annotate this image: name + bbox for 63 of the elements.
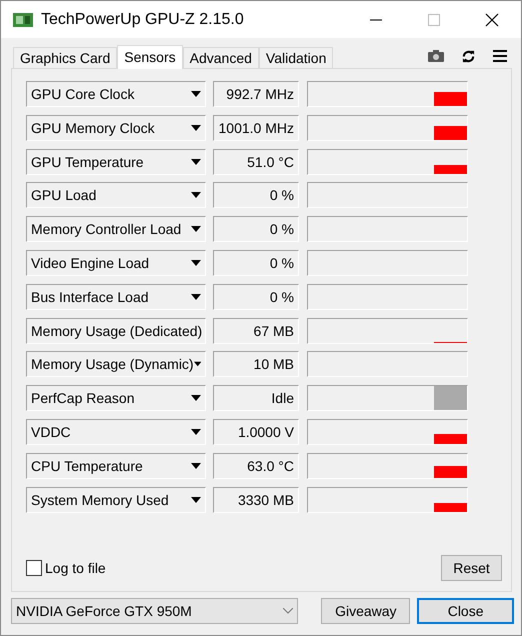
dropdown-arrow-icon: [194, 361, 201, 368]
chevron-down-icon: [283, 608, 294, 614]
sparkline: [434, 342, 467, 343]
sensor-dropdown[interactable]: Memory Usage (Dynamic): [26, 351, 206, 378]
sensor-reading: 67 MB: [213, 318, 299, 344]
sensor-dropdown[interactable]: GPU Load: [26, 182, 206, 208]
sensor-dropdown[interactable]: PerfCap Reason: [26, 385, 206, 412]
sensor-reading: 0 %: [213, 250, 299, 276]
sensor-dropdown[interactable]: Memory Usage (Dedicated): [26, 318, 206, 344]
sensor-reading: 0 %: [213, 182, 299, 208]
sensor-dropdown[interactable]: GPU Memory Clock: [26, 114, 206, 141]
refresh-icon[interactable]: [462, 50, 475, 62]
reset-button[interactable]: Reset: [441, 555, 502, 581]
camera-icon[interactable]: [428, 50, 444, 62]
sensor-reading: 51.0 °C: [213, 148, 299, 175]
sensor-dropdown[interactable]: GPU Core Clock: [26, 81, 206, 107]
dropdown-arrow-icon: [191, 496, 201, 503]
sensor-dropdown[interactable]: GPU Temperature: [26, 148, 206, 175]
sensor-reading: 63.0 °C: [213, 452, 299, 479]
dropdown-arrow-icon: [191, 294, 201, 300]
log-checkbox[interactable]: [26, 560, 42, 576]
sensor-reading: 1001.0 MHz: [213, 114, 299, 141]
tab[interactable]: Graphics Card: [13, 47, 118, 68]
dropdown-arrow-icon: [191, 158, 201, 165]
sensor-reading: Idle: [213, 385, 299, 412]
maximize-icon: [428, 14, 440, 26]
dialog-button[interactable]: Close: [417, 598, 514, 624]
close-icon: [485, 12, 499, 26]
dropdown-arrow-icon: [191, 395, 201, 402]
dropdown-arrow-icon: [191, 91, 201, 97]
sparkline: [434, 434, 467, 444]
sensor-dropdown[interactable]: Video Engine Load: [26, 250, 206, 276]
dropdown-arrow-icon: [191, 428, 201, 435]
sparkline: [434, 164, 467, 174]
window-title: TechPowerUp GPU-Z 2.15.0: [41, 10, 245, 28]
sensor-reading: 0 %: [213, 284, 299, 310]
tab[interactable]: Sensors: [117, 45, 183, 69]
dialog-button[interactable]: Giveaway: [321, 598, 410, 624]
sparkline: [434, 502, 467, 512]
sensor-dropdown[interactable]: System Memory Used: [26, 486, 206, 513]
sensor-reading: 1.0000 V: [213, 418, 299, 445]
dropdown-arrow-icon: [191, 124, 201, 131]
dropdown-arrow-icon: [191, 462, 201, 469]
sparkline: [434, 466, 467, 478]
sensor-reading: 0 %: [213, 216, 299, 242]
sensor-dropdown[interactable]: Bus Interface Load: [26, 284, 206, 310]
tab[interactable]: Validation: [258, 47, 334, 68]
sensor-dropdown[interactable]: Memory Controller Load: [26, 216, 206, 242]
tab[interactable]: Advanced: [182, 47, 259, 68]
graphics-card-icon: [13, 12, 33, 28]
dropdown-arrow-icon: [191, 226, 201, 232]
menu-icon[interactable]: [493, 50, 507, 62]
sparkline: [434, 126, 467, 140]
sensor-dropdown[interactable]: VDDC: [26, 418, 206, 445]
sensor-reading: 10 MB: [213, 351, 299, 378]
sensor-reading: 992.7 MHz: [213, 81, 299, 107]
sensor-reading: 3330 MB: [213, 486, 299, 513]
gpu-select[interactable]: NVIDIA GeForce GTX 950M: [11, 598, 298, 624]
dropdown-arrow-icon: [191, 192, 201, 198]
dropdown-arrow-icon: [191, 260, 201, 266]
sparkline: [434, 92, 467, 106]
checkbox-label: Log to file: [45, 560, 106, 576]
sensor-dropdown[interactable]: CPU Temperature: [26, 452, 206, 479]
